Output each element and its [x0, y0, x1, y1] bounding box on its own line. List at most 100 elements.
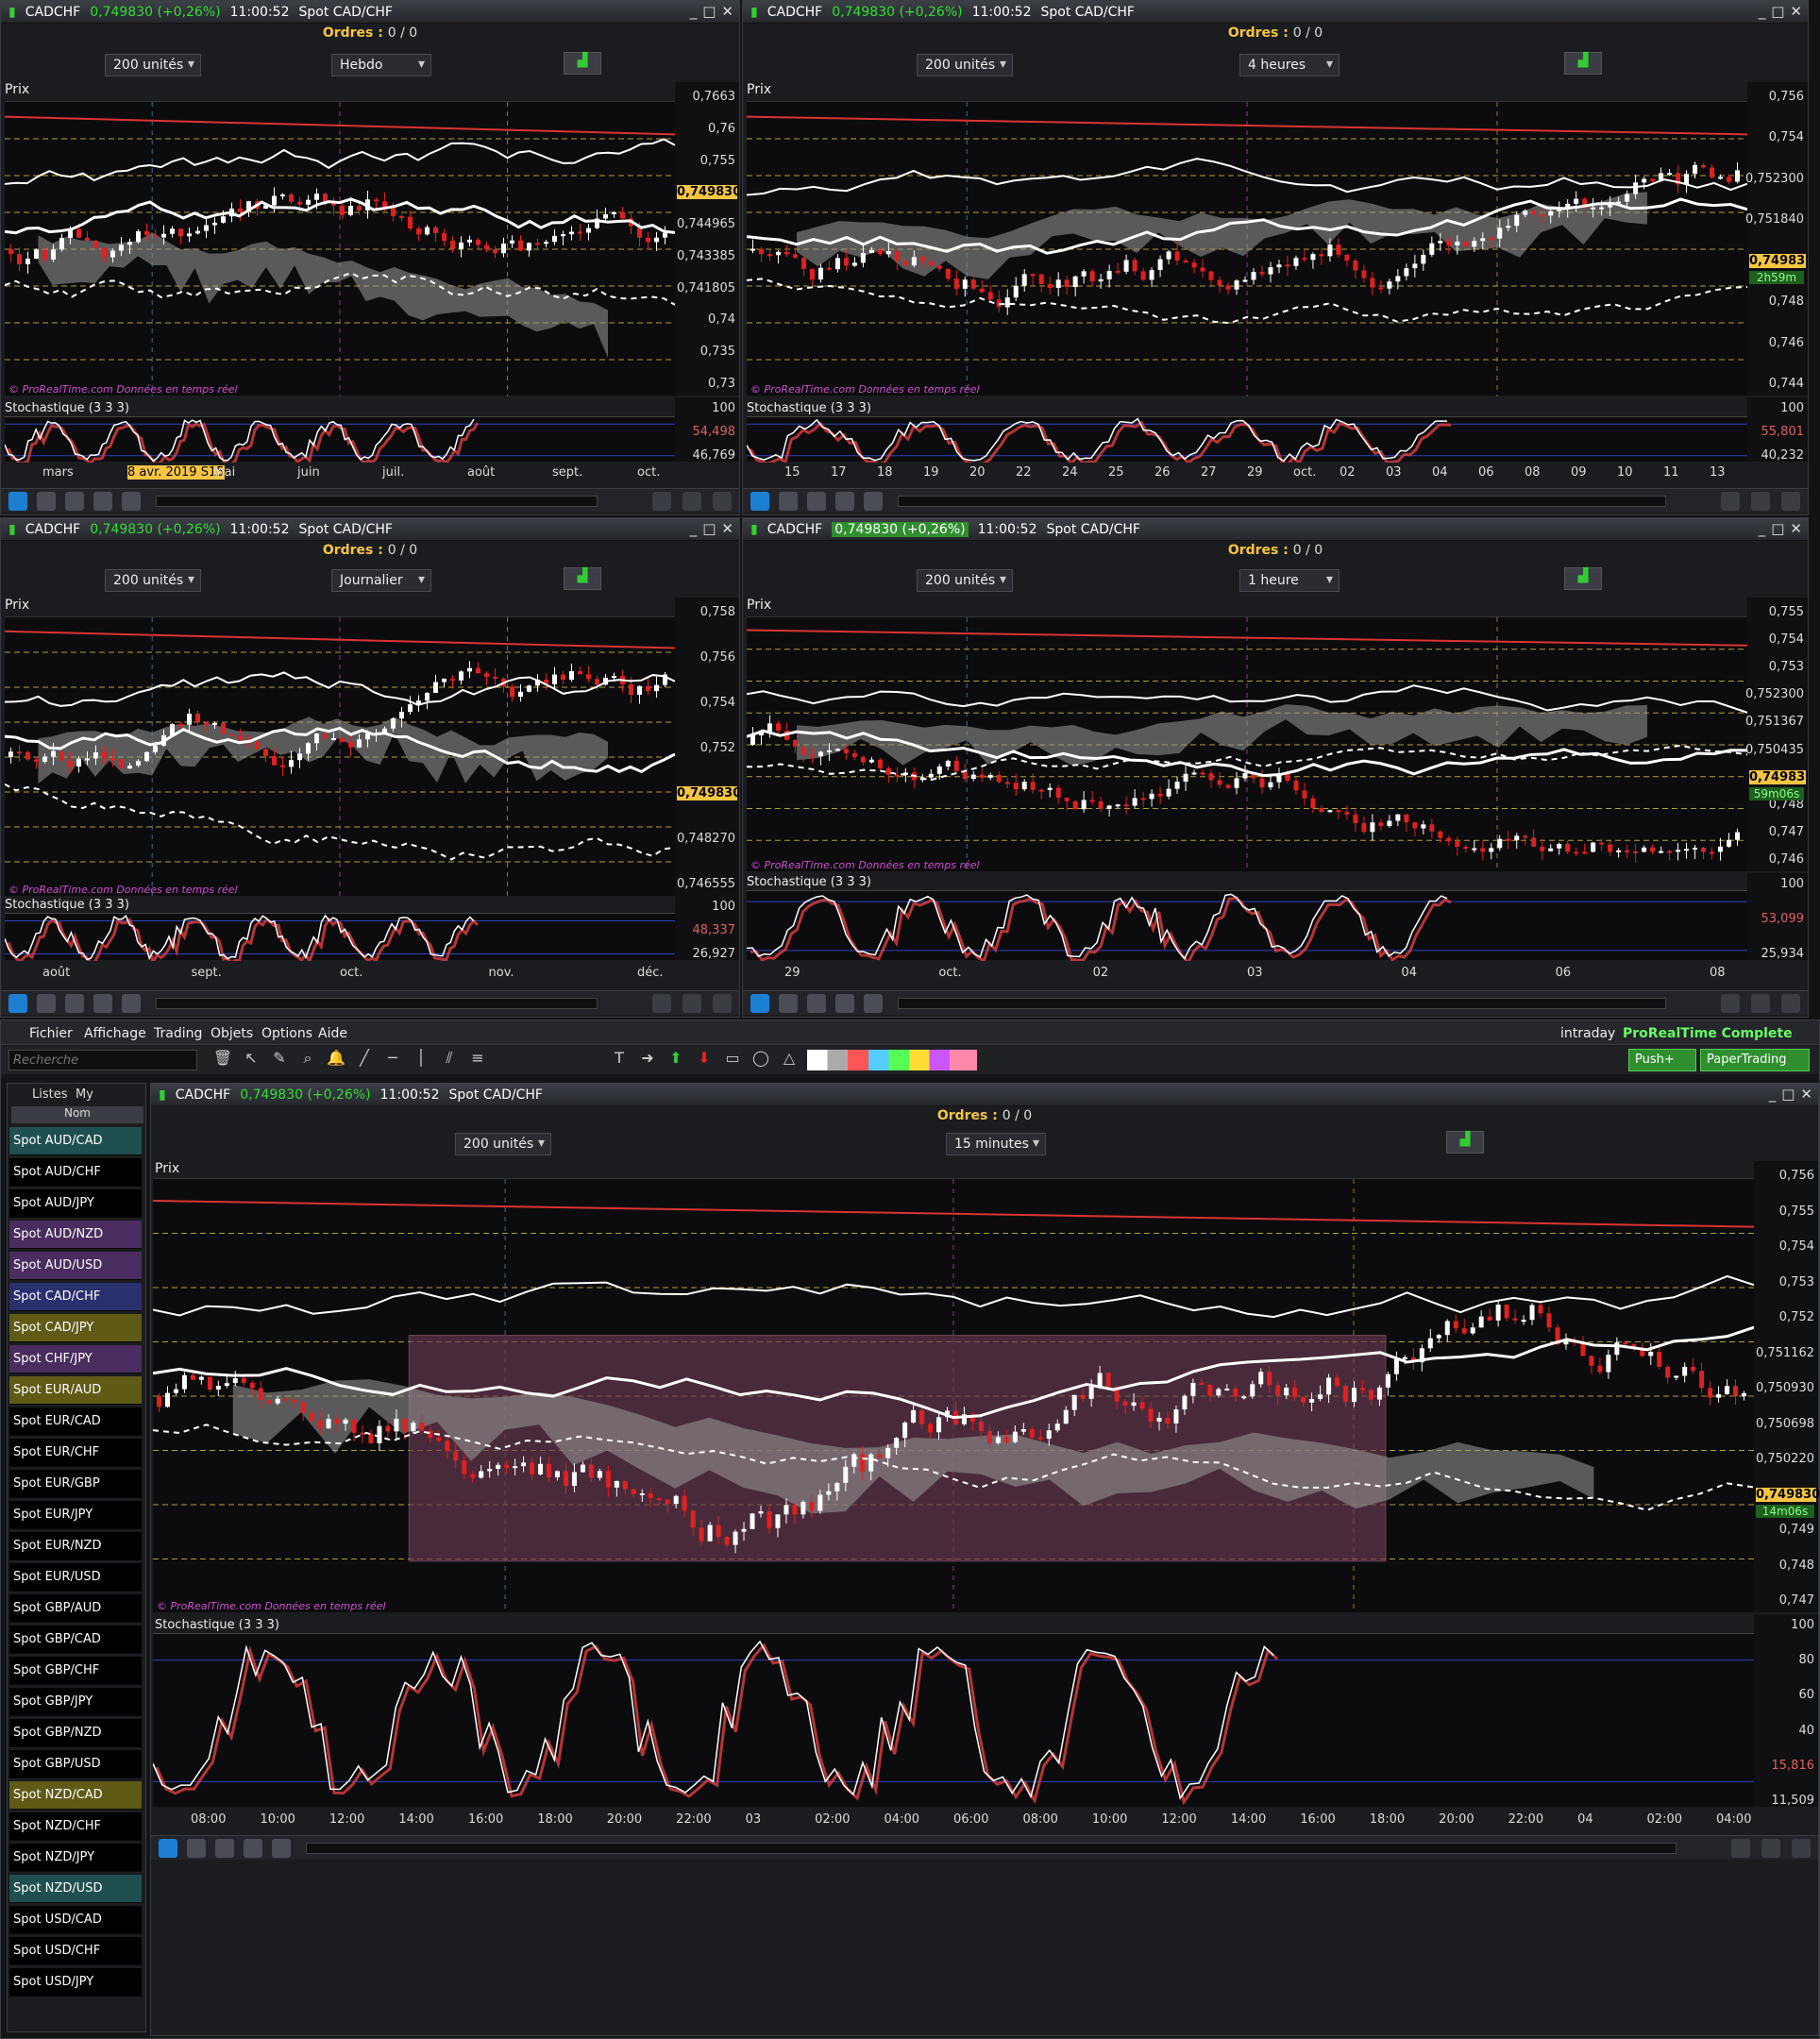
stoch-plot[interactable]	[746, 890, 1747, 966]
menu-aide[interactable]: Aide	[318, 1026, 347, 1041]
watchlist-item[interactable]: Spot EUR/USD	[9, 1563, 142, 1592]
indicators-icon[interactable]	[835, 492, 854, 511]
vline-icon[interactable]: │	[411, 1049, 431, 1070]
window-titlebar[interactable]: ▮ CADCHF 0,749830 (+0,26%) 11:00:52 Spot…	[151, 1084, 1818, 1106]
watchlist-item[interactable]: Spot EUR/JPY	[9, 1501, 142, 1529]
watchlist-item[interactable]: Spot CHF/JPY	[9, 1345, 142, 1373]
watchlist-item[interactable]: Spot NZD/USD	[9, 1875, 142, 1903]
chart-window-weekly[interactable]: ▮ CADCHF 0,749830 (+0,26%) 11:00:52 Spot…	[0, 0, 740, 515]
tools-icon[interactable]	[65, 492, 84, 511]
period-select[interactable]: 1 heure	[1239, 569, 1340, 592]
line-icon[interactable]: ╱	[354, 1049, 375, 1070]
zoom-out-icon[interactable]	[1751, 994, 1770, 1013]
zoom-in-icon[interactable]	[1731, 1839, 1750, 1858]
ellipse-icon[interactable]: ◯	[750, 1049, 771, 1070]
watchlist-item[interactable]: Spot EUR/GBP	[9, 1470, 142, 1498]
maximize-icon[interactable]: □	[702, 520, 716, 537]
close-icon[interactable]: ✕	[721, 520, 733, 537]
menu-options[interactable]: Options	[261, 1026, 312, 1041]
watchlist-item[interactable]: Spot GBP/JPY	[9, 1688, 142, 1716]
watchlist-item[interactable]: Spot NZD/CAD	[9, 1781, 142, 1810]
stoch-plot[interactable]	[4, 416, 675, 467]
indicators-icon[interactable]	[835, 994, 854, 1013]
indicator-icon[interactable]: ▟	[1446, 1131, 1484, 1154]
zoom-out-icon[interactable]	[682, 492, 701, 511]
window-titlebar[interactable]: ▮ CADCHF 0,749830 (+0,26%) 11:00:52 Spot…	[743, 518, 1808, 541]
watchlist-item[interactable]: Spot EUR/CAD	[9, 1407, 142, 1436]
list-icon[interactable]	[122, 994, 141, 1013]
chart-window-daily[interactable]: ▮ CADCHF 0,749830 (+0,26%) 11:00:52 Spot…	[0, 517, 740, 1018]
horizontal-scrollbar[interactable]	[156, 496, 598, 507]
push-button[interactable]: Push+	[1628, 1049, 1696, 1071]
share-icon[interactable]	[750, 994, 769, 1013]
tools-icon[interactable]	[807, 994, 826, 1013]
chart-window-4h[interactable]: ▮ CADCHF 0,749830 (+0,26%) 11:00:52 Spot…	[742, 0, 1809, 515]
zoom-icon[interactable]: ⌕	[297, 1049, 318, 1070]
period-select[interactable]: Hebdo	[331, 54, 431, 76]
hline-icon[interactable]: ─	[382, 1049, 403, 1070]
units-select[interactable]: 200 unités	[917, 569, 1013, 592]
minimize-icon[interactable]: _	[1759, 3, 1766, 20]
menu-objets[interactable]: Objets	[211, 1026, 253, 1041]
units-select[interactable]: 200 unités	[105, 569, 201, 592]
price-scale[interactable]: 0,756 0,755 0,754 0,753 0,752 0,751162 0,75093…	[1754, 1161, 1819, 1612]
chart-window-15m[interactable]: ▮ CADCHF 0,749830 (+0,26%) 11:00:52 Spot…	[150, 1083, 1819, 2036]
zoom-out-icon[interactable]	[1761, 1839, 1780, 1858]
list-icon[interactable]	[864, 492, 883, 511]
indicator-icon[interactable]: ▟	[564, 567, 601, 590]
period-select[interactable]: 15 minutes	[946, 1133, 1046, 1155]
maximize-icon[interactable]: □	[1771, 520, 1784, 537]
menu-affichage[interactable]: Affichage	[84, 1026, 146, 1041]
tab-my[interactable]: My	[76, 1087, 93, 1102]
arrow-up-icon[interactable]: ⬆	[666, 1049, 686, 1070]
maximize-icon[interactable]: □	[702, 3, 716, 20]
menu-trading[interactable]: Trading	[154, 1026, 202, 1041]
tools-icon[interactable]	[65, 994, 84, 1013]
indicators-icon[interactable]	[93, 492, 112, 511]
chart-window-1h[interactable]: ▮ CADCHF 0,749830 (+0,26%) 11:00:52 Spot…	[742, 517, 1809, 1018]
units-select[interactable]: 200 unités	[105, 54, 201, 76]
window-titlebar[interactable]: ▮ CADCHF 0,749830 (+0,26%) 11:00:52 Spot…	[1, 1, 739, 24]
zoom-in-icon[interactable]	[652, 994, 671, 1013]
search-input[interactable]	[8, 1050, 197, 1070]
zoom-out-icon[interactable]	[682, 994, 701, 1013]
minimize-icon[interactable]: _	[1769, 1086, 1777, 1103]
units-select[interactable]: 200 unités	[917, 54, 1013, 76]
period-select[interactable]: Journalier	[331, 569, 431, 592]
price-scale[interactable]: 0,758 0,756 0,754 0,752 0,749830 0,748270 0,74…	[675, 598, 739, 896]
watchlist-item[interactable]: Spot GBP/USD	[9, 1750, 142, 1778]
minimize-icon[interactable]: _	[1759, 520, 1766, 537]
zoom-fit-icon[interactable]	[1781, 492, 1800, 511]
watchlist-item[interactable]: Spot USD/JPY	[9, 1968, 142, 1997]
units-select[interactable]: 200 unités	[455, 1133, 551, 1155]
window-titlebar[interactable]: ▮ CADCHF 0,749830 (+0,26%) 11:00:52 Spot…	[1, 518, 739, 541]
trash-icon[interactable]: 🗑	[212, 1049, 233, 1070]
watchlist-item[interactable]: Spot GBP/CHF	[9, 1657, 142, 1685]
minimize-icon[interactable]: _	[690, 520, 698, 537]
rectangle-icon[interactable]: ▭	[722, 1049, 743, 1070]
horizontal-scrollbar[interactable]	[898, 998, 1666, 1009]
watchlist-item[interactable]: Spot AUD/NZD	[9, 1221, 142, 1249]
watchlist-item[interactable]: Spot CAD/CHF	[9, 1283, 142, 1311]
zoom-out-icon[interactable]	[1751, 492, 1770, 511]
text-icon[interactable]: T	[609, 1049, 630, 1070]
window-titlebar[interactable]: ▮ CADCHF 0,749830 (+0,26%) 11:00:52 Spot…	[743, 1, 1808, 24]
watchlist-item[interactable]: Spot NZD/JPY	[9, 1844, 142, 1872]
watchlist-item[interactable]: Spot AUD/JPY	[9, 1189, 142, 1218]
share-icon[interactable]	[8, 994, 27, 1013]
pointer-icon[interactable]: ↖	[241, 1049, 261, 1070]
main-platform-window[interactable]: Fichier Affichage Trading Objets Options…	[0, 1020, 1820, 2039]
share-icon[interactable]	[750, 492, 769, 511]
price-plot[interactable]: © ProRealTime.com Données en temps réel	[746, 616, 1748, 872]
list-icon[interactable]	[864, 994, 883, 1013]
share-icon[interactable]	[159, 1839, 177, 1858]
watchlist-item[interactable]: Spot USD/CHF	[9, 1937, 142, 1965]
list-icon[interactable]	[122, 492, 141, 511]
zoom-fit-icon[interactable]	[713, 994, 732, 1013]
alert-icon[interactable]: 🔔	[326, 1049, 346, 1070]
close-icon[interactable]: ✕	[1790, 520, 1802, 537]
indicator-icon[interactable]: ▟	[1564, 567, 1602, 590]
eraser-icon[interactable]: ✎	[269, 1049, 290, 1070]
watchlist-item[interactable]: Spot CAD/JPY	[9, 1314, 142, 1342]
watchlist-item[interactable]: Spot GBP/AUD	[9, 1594, 142, 1623]
